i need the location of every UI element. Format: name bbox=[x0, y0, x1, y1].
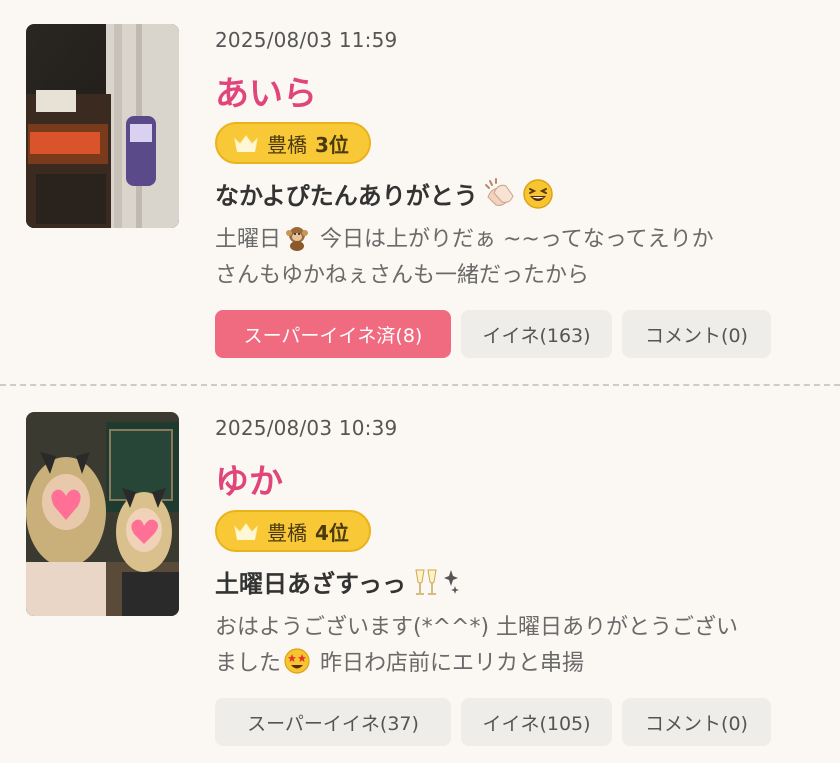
crown-icon bbox=[234, 135, 258, 152]
post-headline: 土曜日あざすっっ bbox=[215, 564, 460, 599]
rank-position: 4位 bbox=[315, 520, 349, 545]
post-photo[interactable] bbox=[26, 412, 179, 616]
like-button[interactable]: イイネ(163) bbox=[461, 310, 612, 358]
cast-name[interactable]: あいら bbox=[215, 66, 317, 115]
post-body-segment: 昨日わ店前にエリカと串揚 bbox=[313, 651, 585, 676]
post-card[interactable]: 2025/08/03 11:59 あいら 豊橋 3位 なかよぴたんありがとう 土… bbox=[0, 0, 840, 384]
grinning-squinting-face-icon bbox=[523, 178, 553, 209]
champagne-glasses-icon bbox=[415, 569, 437, 595]
cast-name[interactable]: ゆか bbox=[215, 454, 283, 503]
post-timestamp: 2025/08/03 10:39 bbox=[215, 416, 398, 440]
rank-position: 3位 bbox=[315, 132, 349, 157]
post-body-line: ました 昨日わ店前にエリカと串揚 bbox=[215, 646, 815, 682]
post-timestamp: 2025/08/03 11:59 bbox=[215, 28, 398, 52]
post-body: 土曜日 今日は上がりだぁ ~~ってなってえりか さんもゆかねぇさんも一緒だったか… bbox=[215, 222, 815, 294]
super-like-button[interactable]: スーパーイイネ(37) bbox=[215, 698, 451, 746]
post-body-segment: 今日は上がりだぁ ~~ってなってえりか bbox=[313, 227, 714, 252]
post-body-line: 土曜日 今日は上がりだぁ ~~ってなってえりか bbox=[215, 222, 815, 258]
comment-button[interactable]: コメント(0) bbox=[622, 310, 771, 358]
post-headline-text: 土曜日あざすっっ bbox=[215, 570, 407, 598]
post-actions: スーパーイイネ済(8) イイネ(163) コメント(0) bbox=[215, 310, 771, 358]
rank-badge: 豊橋 4位 bbox=[215, 510, 371, 552]
post-feed: 2025/08/03 11:59 あいら 豊橋 3位 なかよぴたんありがとう 土… bbox=[0, 0, 840, 763]
post-headline: なかよぴたんありがとう bbox=[215, 176, 554, 211]
post-headline-text: なかよぴたんありがとう bbox=[215, 182, 478, 210]
post-body-segment: 土曜日 bbox=[215, 227, 282, 252]
post-actions: スーパーイイネ(37) イイネ(105) コメント(0) bbox=[215, 698, 771, 746]
rank-area: 豊橋 bbox=[267, 132, 307, 157]
clapping-hands-icon bbox=[484, 177, 514, 206]
post-photo-image bbox=[26, 412, 179, 616]
post-divider bbox=[0, 384, 840, 386]
crown-icon bbox=[234, 523, 258, 540]
post-photo[interactable] bbox=[26, 24, 179, 228]
post-body-line: さんもゆかねぇさんも一緒だったから bbox=[215, 263, 590, 288]
sparkle-icon bbox=[444, 569, 460, 594]
post-body-line: おはようございます(*^^*) 土曜日ありがとうござい bbox=[215, 615, 739, 640]
monkey-icon bbox=[286, 227, 309, 251]
comment-button[interactable]: コメント(0) bbox=[622, 698, 771, 746]
super-like-button[interactable]: スーパーイイネ済(8) bbox=[215, 310, 451, 358]
like-button[interactable]: イイネ(105) bbox=[461, 698, 612, 746]
post-card[interactable]: 2025/08/03 10:39 ゆか 豊橋 4位 土曜日あざすっっ おはようご… bbox=[0, 388, 840, 763]
star-struck-face-icon bbox=[284, 648, 310, 674]
post-photo-image bbox=[26, 24, 179, 228]
rank-badge: 豊橋 3位 bbox=[215, 122, 371, 164]
post-body-segment: ました bbox=[215, 651, 282, 676]
post-body: おはようございます(*^^*) 土曜日ありがとうござい ました 昨日わ店前にエリ… bbox=[215, 610, 815, 682]
rank-area: 豊橋 bbox=[267, 520, 307, 545]
